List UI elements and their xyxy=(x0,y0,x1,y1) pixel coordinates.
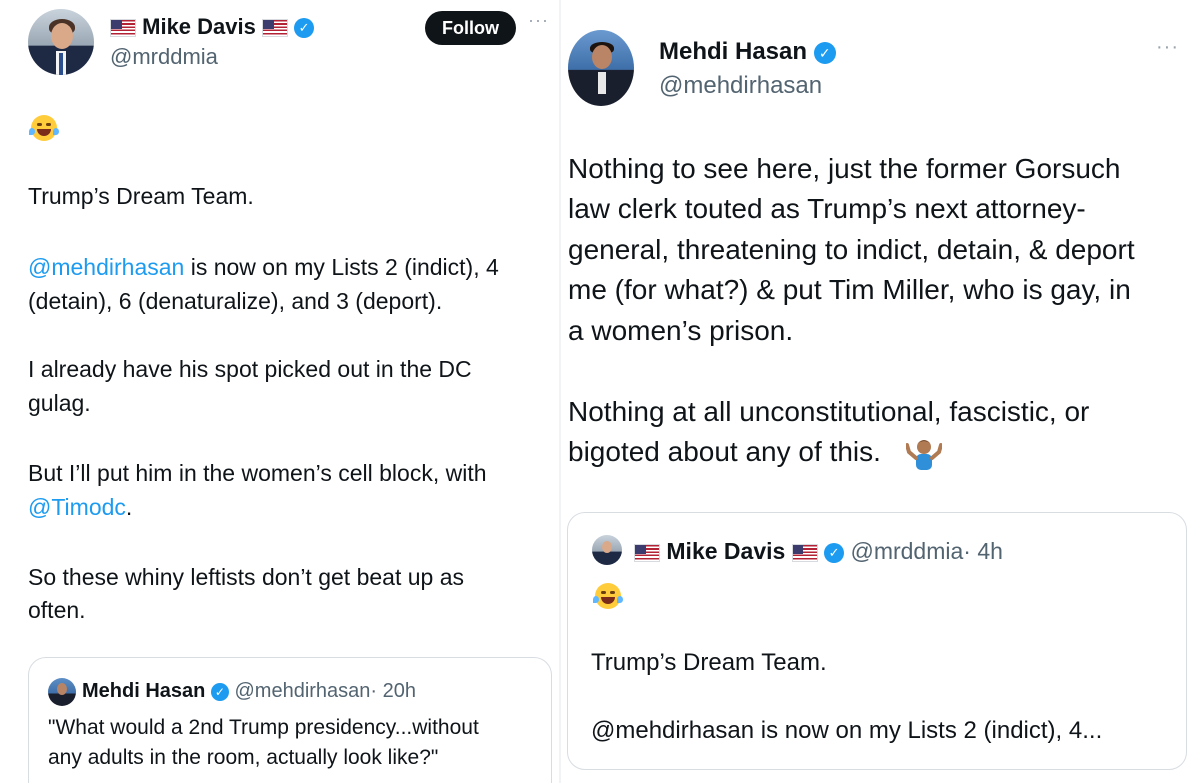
quoted-tweet-text: Trump’s Dream Team. xyxy=(591,649,827,676)
quoted-author-row: Mehdi Hasan ✓ @mehdirhasan· 20h xyxy=(82,680,416,703)
tweet-body-line: gulag. xyxy=(28,390,91,416)
more-options-icon[interactable]: ··· xyxy=(1156,36,1179,59)
tweet-body-line: often. xyxy=(28,597,86,623)
right-tweet: Mehdi Hasan ✓ @mehdirhasan ··· Nothing t… xyxy=(560,0,1200,783)
tweet-body-line: bigoted about any of this. xyxy=(568,436,881,467)
tweet-body-line: I already have his spot picked out in th… xyxy=(28,356,472,382)
author-handle[interactable]: @mehdirhasan xyxy=(659,72,822,100)
quoted-tweet-text: any adults in the room, actually look li… xyxy=(48,746,439,769)
tweet-body-text: is now on my Lists 2 (indict), 4 xyxy=(190,254,499,280)
author-name: Mike Davis xyxy=(142,14,256,39)
author-name: Mehdi Hasan xyxy=(659,38,808,65)
left-tweet: Mike Davis ✓ @mrddmia Follow ··· Trump’s… xyxy=(0,0,560,783)
verified-badge-icon: ✓ xyxy=(294,18,315,39)
tears-of-joy-emoji xyxy=(29,115,59,141)
tweet-body-line: So these whiny leftists don’t get beat u… xyxy=(28,564,464,590)
person-shrugging-emoji xyxy=(906,440,942,470)
tears-of-joy-emoji xyxy=(593,583,623,609)
more-options-icon[interactable]: ··· xyxy=(528,10,549,31)
verified-badge-icon: ✓ xyxy=(210,682,229,701)
quoted-tweet-time: · 4h xyxy=(963,538,1003,564)
quoted-author-name: Mehdi Hasan xyxy=(82,680,206,702)
us-flag-icon xyxy=(110,19,136,38)
tweet-body-text: . xyxy=(125,494,133,520)
mike-davis-avatar[interactable] xyxy=(28,9,94,75)
verified-badge-icon: ✓ xyxy=(813,41,836,64)
tweet-body-line: But I’ll put him in the women’s cell blo… xyxy=(28,460,487,486)
mike-davis-avatar-small xyxy=(592,535,622,565)
quoted-tweet[interactable]: Mehdi Hasan ✓ @mehdirhasan· 20h "What wo… xyxy=(28,657,552,783)
verified-badge-icon: ✓ xyxy=(824,542,845,563)
quoted-author-handle: @mehdirhasan xyxy=(234,680,371,702)
mehdi-hasan-avatar[interactable] xyxy=(568,30,634,106)
author-handle[interactable]: @mrddmia xyxy=(110,44,218,70)
us-flag-icon xyxy=(791,543,818,562)
follow-button[interactable]: Follow xyxy=(425,11,516,45)
tweet-body-line: me (for what?) & put Tim Miller, who is … xyxy=(568,274,1131,305)
mention-link[interactable]: @Timodc xyxy=(28,494,126,520)
tweet-body-line: Nothing at all unconstitutional, fascist… xyxy=(568,396,1090,427)
tweet-body-line: a women’s prison. xyxy=(568,315,794,346)
tweet-body-line: Nothing to see here, just the former Gor… xyxy=(568,153,1121,184)
us-flag-icon xyxy=(261,19,288,38)
author-name-row[interactable]: Mehdi Hasan ✓ xyxy=(659,38,836,66)
tweet-body-line: (detain), 6 (denaturalize), and 3 (depor… xyxy=(28,288,443,314)
quoted-tweet[interactable]: Mike Davis ✓ @mrddmia· 4h Trump’s Dream … xyxy=(567,512,1187,770)
tweet-body-line: @mehdirhasan is now on my Lists 2 (indic… xyxy=(28,254,499,281)
quoted-tweet-text: "What would a 2nd Trump presidency...wit… xyxy=(48,716,479,739)
author-name-row[interactable]: Mike Davis ✓ xyxy=(110,14,315,40)
quoted-tweet-text: @mehdirhasan is now on my Lists 2 (indic… xyxy=(591,717,1103,744)
mehdi-hasan-avatar-small xyxy=(48,678,76,706)
tweet-body-line: Trump’s Dream Team. xyxy=(28,183,254,209)
mention-link[interactable]: @mehdirhasan xyxy=(28,254,184,280)
tweet-body-line: law clerk touted as Trump’s next attorne… xyxy=(568,193,1086,224)
quoted-author-name: Mike Davis xyxy=(666,538,786,564)
us-flag-icon xyxy=(634,543,660,562)
quoted-author-handle: @mrddmia xyxy=(850,538,964,564)
tweet-body-line: general, threatening to indict, detain, … xyxy=(568,234,1135,265)
quoted-author-row: Mike Davis ✓ @mrddmia· 4h xyxy=(634,538,1003,565)
quoted-tweet-time: · 20h xyxy=(370,680,417,702)
tweet-body-line: @Timodc. xyxy=(28,494,132,521)
